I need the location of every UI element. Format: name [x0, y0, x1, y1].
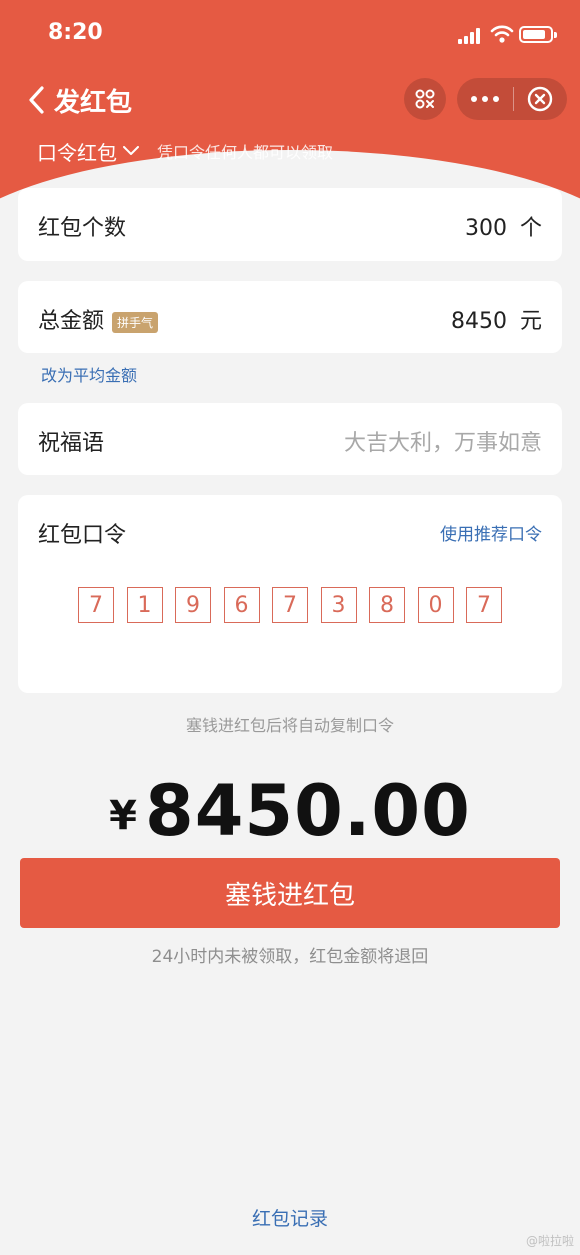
password-digit: 3 — [320, 587, 357, 623]
total-amount-label-group: 总金额 拼手气 — [38, 303, 159, 335]
page: 8:20 发红包 口令红包 凭口令任何人都可以领取 红包个数 300 个 总金额… — [0, 0, 580, 1255]
chevron-left-icon — [29, 86, 44, 114]
password-card: 红包口令 使用推荐口令 7 1 9 6 7 3 8 0 7 — [18, 495, 562, 693]
random-amount-badge: 拼手气 — [112, 311, 159, 333]
password-digit: 7 — [78, 587, 114, 623]
recommend-password-link[interactable]: 使用推荐口令 — [440, 520, 542, 545]
password-label: 红包口令 — [38, 523, 127, 548]
total-amount-display: ¥8450.00 — [0, 770, 580, 852]
total-amount-card[interactable]: 总金额 拼手气 8450 元 — [18, 281, 562, 353]
submit-red-packet-button[interactable]: 塞钱进红包 — [20, 858, 560, 928]
close-button[interactable] — [514, 78, 566, 120]
count-input[interactable]: 300 个 — [465, 210, 542, 242]
password-digit: 1 — [126, 587, 163, 623]
mini-program-capsule — [457, 78, 567, 120]
count-card[interactable]: 红包个数 300 个 — [18, 188, 562, 261]
packet-type-label: 口令红包 — [37, 140, 117, 165]
signal-icon — [458, 28, 482, 44]
password-digit: 0 — [417, 587, 454, 623]
page-title: 发红包 — [54, 87, 133, 118]
switch-average-amount-link[interactable]: 改为平均金额 — [41, 362, 137, 386]
greeting-input[interactable]: 大吉大利，万事如意 — [344, 425, 542, 457]
password-digit: 6 — [223, 587, 260, 623]
refund-note: 24小时内未被领取，红包金额将退回 — [151, 947, 429, 967]
total-amount-label: 总金额 — [38, 309, 105, 334]
packet-type-description: 凭口令任何人都可以领取 — [157, 143, 334, 162]
password-digit: 9 — [175, 587, 211, 623]
back-button[interactable]: 发红包 — [26, 82, 146, 118]
total-amount-value: 8450 — [450, 309, 507, 334]
battery-icon — [519, 26, 557, 43]
scan-icon — [415, 89, 435, 109]
status-bar: 8:20 — [0, 0, 580, 70]
count-unit: 个 — [519, 216, 542, 241]
total-amount-unit: 元 — [519, 309, 542, 334]
scan-button[interactable] — [404, 78, 446, 120]
count-label: 红包个数 — [38, 216, 127, 241]
greeting-card[interactable]: 祝福语 大吉大利，万事如意 — [18, 403, 562, 475]
password-digit: 8 — [369, 587, 405, 623]
close-circle-icon — [527, 86, 553, 112]
count-value: 300 — [464, 216, 507, 241]
packet-type-selector[interactable]: 口令红包 — [37, 137, 139, 166]
packet-type-row: 口令红包 凭口令任何人都可以领取 — [37, 137, 333, 165]
chevron-down-icon — [123, 146, 139, 155]
password-digit: 7 — [272, 587, 308, 623]
more-dots-icon — [471, 96, 499, 102]
greeting-label: 祝福语 — [38, 431, 105, 456]
watermark: @啦拉啦 — [525, 1234, 574, 1248]
password-code-boxes[interactable]: 7 1 9 6 7 3 8 0 7 — [78, 587, 502, 623]
red-packet-records-link[interactable]: 红包记录 — [0, 1204, 580, 1231]
total-amount-input[interactable]: 8450 元 — [451, 303, 542, 335]
wifi-icon — [490, 25, 514, 43]
password-digit: 7 — [466, 587, 502, 623]
nav-bar: 发红包 — [0, 70, 580, 130]
copy-password-hint: 塞钱进红包后将自动复制口令 — [185, 716, 394, 735]
amount-value: 8450.00 — [145, 770, 471, 852]
more-button[interactable] — [457, 78, 513, 120]
status-time: 8:20 — [48, 20, 103, 45]
currency-symbol: ¥ — [109, 793, 137, 839]
